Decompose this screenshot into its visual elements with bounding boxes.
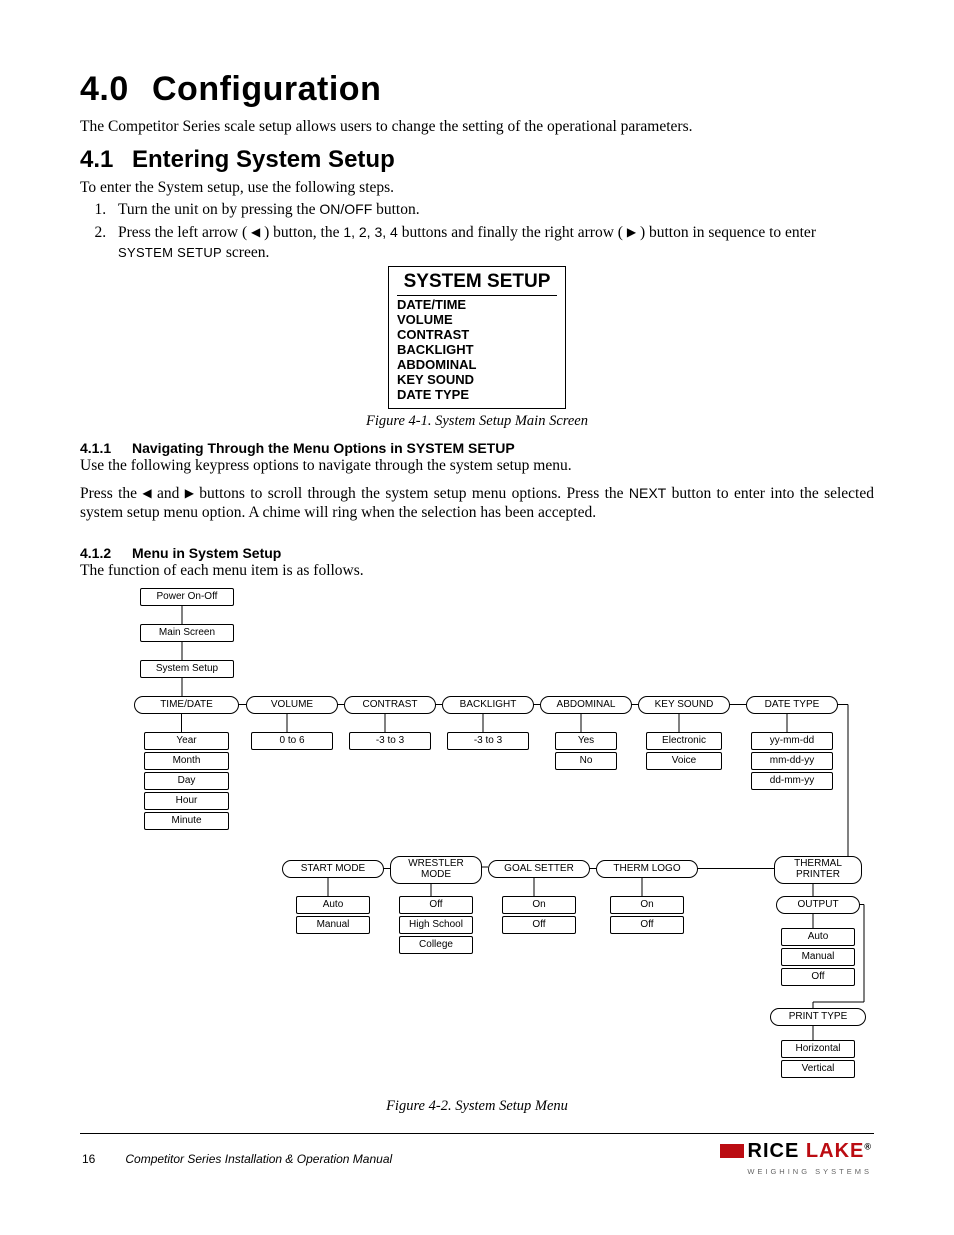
- subsection-title: Entering System Setup: [132, 146, 395, 173]
- chart-node: -3 to 3: [447, 732, 529, 750]
- chart-node: On: [502, 896, 576, 914]
- chart-node: BACKLIGHT: [442, 696, 534, 714]
- chart-node: Auto: [781, 928, 855, 946]
- onoff-label: ON/OFF: [319, 201, 372, 217]
- setup-item: KEY SOUND: [397, 373, 557, 388]
- chart-node: Off: [781, 968, 855, 986]
- chart-node: Hour: [144, 792, 229, 810]
- menu-intro: The function of each menu item is as fol…: [80, 561, 874, 580]
- rice-lake-logo: RICE LAKE® WEIGHING SYSTEMS: [720, 1140, 872, 1178]
- setup-item: ABDOMINAL: [397, 358, 557, 373]
- step-1: Turn the unit on by pressing the ON/OFF …: [110, 200, 874, 219]
- chart-node: Day: [144, 772, 229, 790]
- chart-node: GOAL SETTER: [488, 860, 590, 878]
- chart-node: High School: [399, 916, 473, 934]
- chart-node: No: [555, 752, 617, 770]
- chart-node: College: [399, 936, 473, 954]
- subsubsection-a: 4.1.1Navigating Through the Menu Options…: [80, 440, 874, 456]
- chart-node: KEY SOUND: [638, 696, 730, 714]
- right-arrow-icon: ▶: [627, 225, 636, 240]
- chart-node: TIME/DATE: [134, 696, 239, 714]
- subsection-heading: 4.1Entering System Setup: [80, 146, 874, 174]
- nav-intro: Use the following keypress options to na…: [80, 456, 874, 475]
- system-setup-ref: SYSTEM SETUP: [118, 245, 222, 260]
- chart-node: Vertical: [781, 1060, 855, 1078]
- chart-node: OUTPUT: [776, 896, 860, 914]
- figure-2-caption: Figure 4-2. System Setup Menu: [80, 1098, 874, 1115]
- chart-node: Manual: [781, 948, 855, 966]
- chart-node: Minute: [144, 812, 229, 830]
- chart-node: On: [610, 896, 684, 914]
- system-setup-box: SYSTEM SETUP DATE/TIMEVOLUMECONTRASTBACK…: [388, 266, 566, 410]
- footer-title: Competitor Series Installation & Operati…: [125, 1152, 719, 1166]
- chart-node: Off: [502, 916, 576, 934]
- chart-node: Electronic: [646, 732, 722, 750]
- setup-item: DATE/TIME: [397, 298, 557, 313]
- subsection-number: 4.1: [80, 146, 132, 174]
- chart-node: CONTRAST: [344, 696, 436, 714]
- chart-node: Horizontal: [781, 1040, 855, 1058]
- chart-node: Power On-Off: [140, 588, 234, 606]
- chart-node: DATE TYPE: [746, 696, 838, 714]
- chart-node: START MODE: [282, 860, 384, 878]
- subsubsection-b: 4.1.2Menu in System Setup: [80, 545, 874, 561]
- chart-node: System Setup: [140, 660, 234, 678]
- intro-text: The Competitor Series scale setup allows…: [80, 117, 874, 136]
- setup-item: VOLUME: [397, 313, 557, 328]
- page-footer: 16 Competitor Series Installation & Oper…: [80, 1140, 874, 1178]
- chart-node: Off: [399, 896, 473, 914]
- chart-node: dd-mm-yy: [751, 772, 833, 790]
- chart-node: Auto: [296, 896, 370, 914]
- figure-1-caption: Figure 4-1. System Setup Main Screen: [80, 413, 874, 430]
- steps-list: Turn the unit on by pressing the ON/OFF …: [110, 200, 874, 262]
- chart-node: PRINT TYPE: [770, 1008, 866, 1026]
- system-setup-flowchart: Power On-Off Main Screen System Setup TIME/…: [110, 588, 900, 1098]
- right-arrow-icon: ▶: [185, 486, 194, 501]
- left-arrow-icon: ◀: [142, 486, 151, 501]
- chart-node: ABDOMINAL: [540, 696, 632, 714]
- next-label: NEXT: [629, 485, 666, 501]
- chart-node: WRESTLERMODE: [390, 856, 482, 884]
- chart-node: yy-mm-dd: [751, 732, 833, 750]
- chart-node: THERMALPRINTER: [774, 856, 862, 884]
- chart-node: 0 to 6: [251, 732, 333, 750]
- chart-node: Month: [144, 752, 229, 770]
- section-title: Configuration: [152, 70, 381, 108]
- step-2: Press the left arrow ( ◀ ) button, the 1…: [110, 223, 874, 262]
- chart-node: Main Screen: [140, 624, 234, 642]
- section-heading: 4.0Configuration: [80, 70, 874, 109]
- left-arrow-icon: ◀: [251, 225, 260, 240]
- setup-item: CONTRAST: [397, 328, 557, 343]
- section-number: 4.0: [80, 70, 152, 109]
- setup-item: DATE TYPE: [397, 388, 557, 403]
- setup-item: BACKLIGHT: [397, 343, 557, 358]
- setup-box-title: SYSTEM SETUP: [397, 271, 557, 296]
- chart-node: THERM LOGO: [596, 860, 698, 878]
- chart-node: Off: [610, 916, 684, 934]
- chart-node: Manual: [296, 916, 370, 934]
- chart-node: -3 to 3: [349, 732, 431, 750]
- chart-node: Voice: [646, 752, 722, 770]
- num-buttons: 1, 2, 3, 4: [343, 224, 397, 240]
- chart-node: VOLUME: [246, 696, 338, 714]
- page-number: 16: [82, 1152, 95, 1166]
- footer-rule: [80, 1133, 874, 1134]
- chart-node: Year: [144, 732, 229, 750]
- chart-node: Yes: [555, 732, 617, 750]
- nav-body: Press the ◀ and ▶ buttons to scroll thro…: [80, 484, 874, 523]
- enter-intro: To enter the System setup, use the follo…: [80, 178, 874, 197]
- chart-node: mm-dd-yy: [751, 752, 833, 770]
